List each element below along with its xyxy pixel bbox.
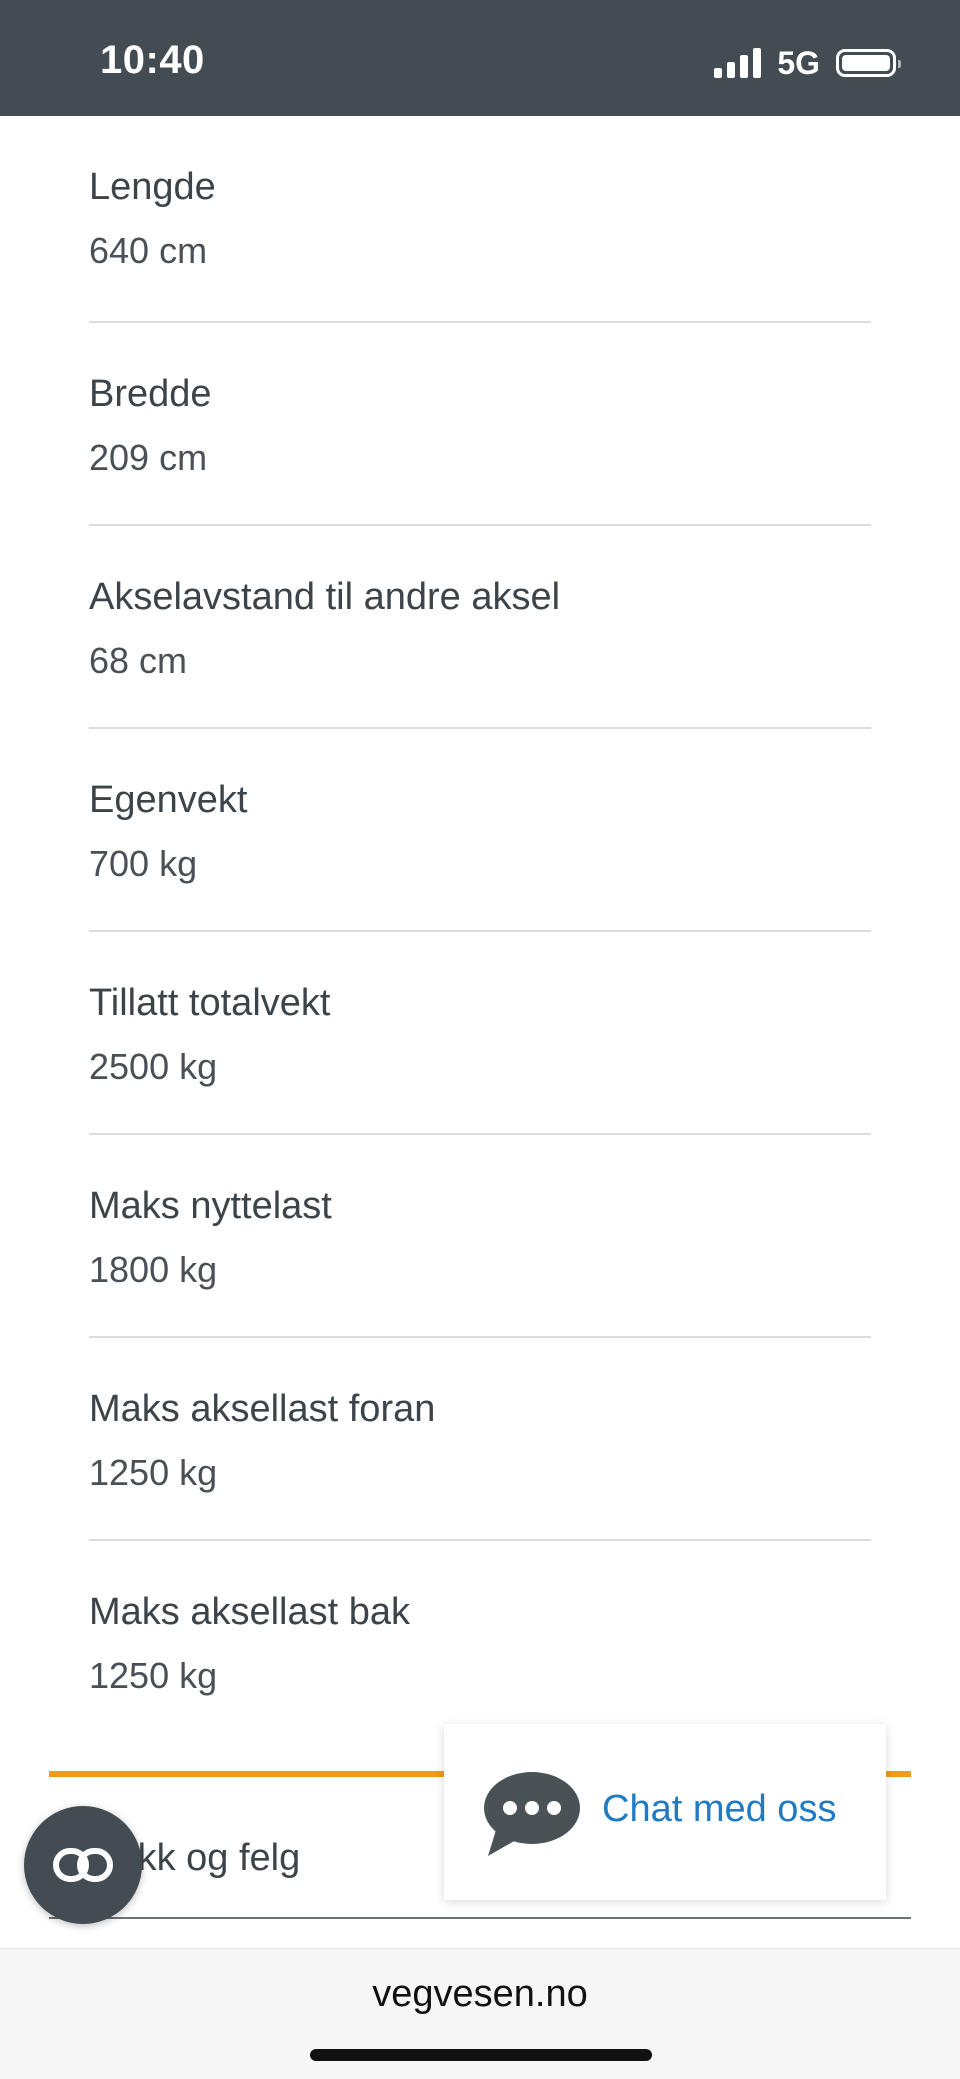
spec-value: 640 cm: [89, 230, 208, 271]
spec-row: Tillatt totalvekt 2500 kg: [89, 932, 871, 1135]
spec-label: Maks aksellast foran: [89, 1388, 436, 1430]
chat-label: Chat med oss: [602, 1788, 837, 1830]
spec-label: Egenvekt: [89, 779, 248, 821]
browser-url[interactable]: vegvesen.no: [0, 1973, 960, 2016]
browser-address-bar[interactable]: vegvesen.no: [0, 1948, 960, 2079]
spec-row: Bredde 209 cm: [89, 323, 871, 526]
spec-value: 68 cm: [89, 640, 188, 681]
spec-value: 1250 kg: [89, 1655, 218, 1696]
accessibility-button[interactable]: [24, 1806, 142, 1924]
spec-value: 2500 kg: [89, 1046, 218, 1087]
spec-label: Akselavstand til andre aksel: [89, 576, 561, 618]
spec-list: Lengde 640 cm Bredde 209 cm Akselavstand…: [89, 116, 871, 1744]
spec-label: Maks nyttelast: [89, 1185, 332, 1227]
status-time: 10:40: [100, 38, 205, 82]
spec-row: Maks nyttelast 1800 kg: [89, 1135, 871, 1338]
spec-label: Bredde: [89, 373, 212, 415]
spec-row: Lengde 640 cm: [89, 116, 871, 323]
battery-icon: [836, 49, 901, 77]
chat-button[interactable]: Chat med oss: [444, 1724, 886, 1900]
spec-value: 1800 kg: [89, 1249, 218, 1290]
spec-label: Maks aksellast bak: [89, 1591, 411, 1633]
spec-value: 700 kg: [89, 843, 198, 884]
spec-label: Lengde: [89, 166, 216, 208]
status-indicators: 5G: [714, 44, 901, 81]
status-bar: 10:40 5G: [0, 0, 960, 116]
spec-row: Maks aksellast foran 1250 kg: [89, 1338, 871, 1541]
signal-icon: [714, 48, 762, 78]
chat-bubble-icon: [484, 1772, 580, 1856]
spec-value: 1250 kg: [89, 1452, 218, 1493]
network-type: 5G: [777, 44, 820, 81]
spec-label: Tillatt totalvekt: [89, 982, 331, 1024]
spec-row: Akselavstand til andre aksel 68 cm: [89, 526, 871, 729]
home-indicator[interactable]: [310, 2049, 652, 2061]
accessibility-icon: [53, 1848, 113, 1882]
spec-row: Maks aksellast bak 1250 kg: [89, 1541, 871, 1744]
spec-row: Egenvekt 700 kg: [89, 729, 871, 932]
spec-value: 209 cm: [89, 437, 208, 478]
